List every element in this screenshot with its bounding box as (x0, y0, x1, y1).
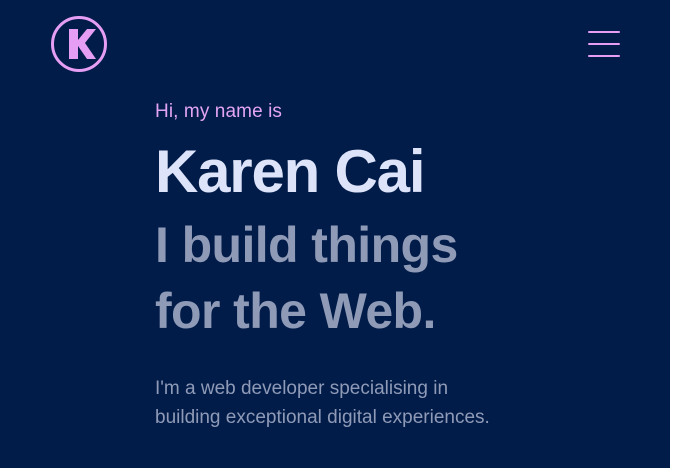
hero-tagline: I build things for the Web. (155, 217, 458, 339)
hero-name: Karen Cai (155, 138, 426, 205)
menu-line (588, 43, 620, 45)
hamburger-menu-icon[interactable] (585, 28, 623, 62)
greeting-text: Hi, my name is (155, 101, 283, 122)
menu-line (588, 55, 620, 57)
hero-description: I'm a web developer specialising in buil… (155, 378, 490, 428)
landing-page: Hi, my name is Karen Cai I build things … (0, 0, 670, 468)
hero-section: Hi, my name is Karen Cai I build things … (155, 98, 635, 432)
logo-link[interactable] (50, 15, 108, 73)
k-circle-icon (51, 16, 107, 72)
menu-line (588, 31, 620, 33)
